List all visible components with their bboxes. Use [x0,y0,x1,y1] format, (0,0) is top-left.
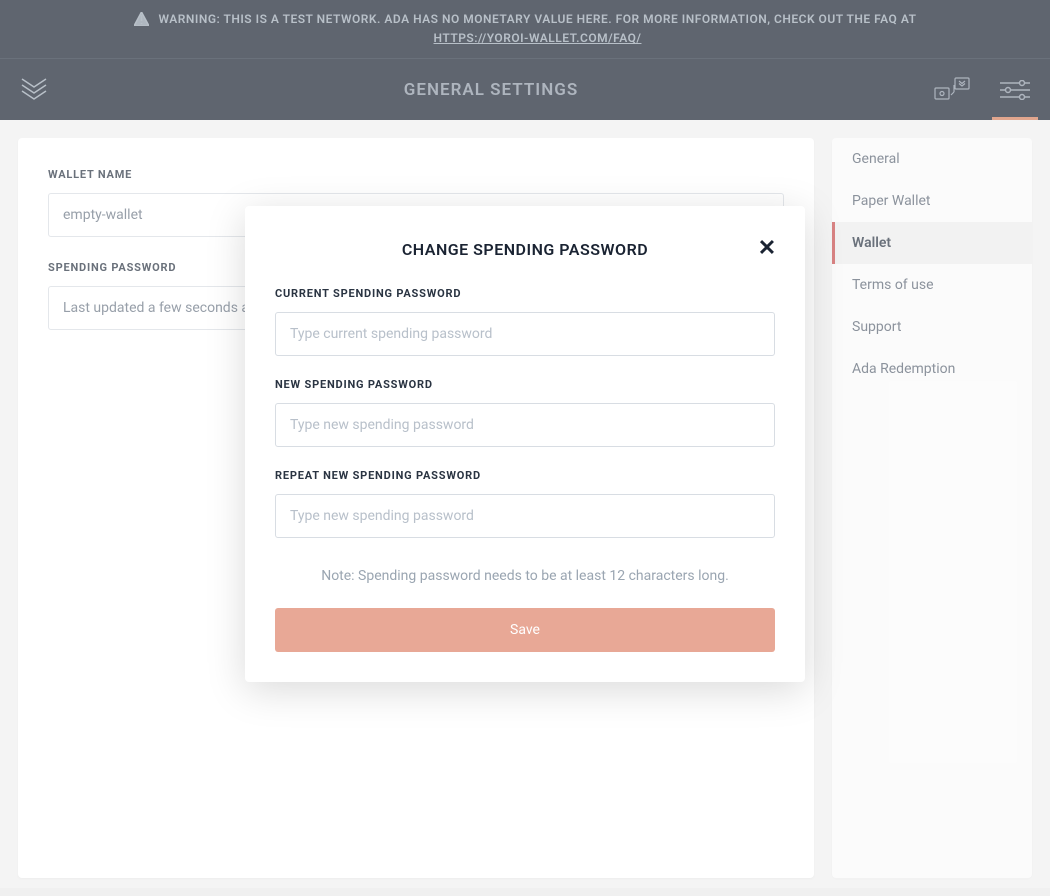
current-password-input[interactable] [275,312,775,356]
password-note: Note: Spending password needs to be at l… [275,568,775,584]
current-password-label: CURRENT SPENDING PASSWORD [275,287,775,300]
modal-overlay[interactable]: CHANGE SPENDING PASSWORD ✕ CURRENT SPEND… [0,0,1050,888]
new-password-input[interactable] [275,403,775,447]
modal-title: CHANGE SPENDING PASSWORD [275,240,775,259]
save-button[interactable]: Save [275,608,775,652]
new-password-label: NEW SPENDING PASSWORD [275,378,775,391]
change-password-modal: CHANGE SPENDING PASSWORD ✕ CURRENT SPEND… [245,206,805,682]
close-icon[interactable]: ✕ [755,236,779,260]
repeat-password-input[interactable] [275,494,775,538]
repeat-password-label: REPEAT NEW SPENDING PASSWORD [275,469,775,482]
